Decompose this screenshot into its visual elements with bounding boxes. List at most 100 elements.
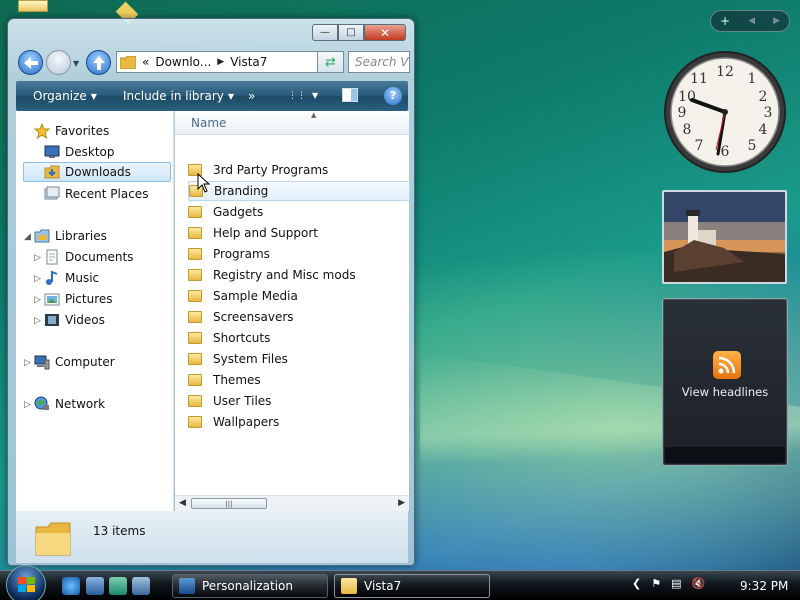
show-desktop-icon[interactable] — [86, 577, 104, 595]
file-row[interactable]: Registry and Misc mods — [188, 265, 410, 285]
taskbar-button-vista7[interactable]: Vista7 — [334, 574, 490, 598]
arrow-left-icon — [23, 56, 38, 69]
breadcrumb-downloads[interactable]: Downlo... — [155, 55, 211, 69]
back-button[interactable] — [18, 50, 43, 75]
file-name: System Files — [213, 352, 288, 366]
folder-icon — [188, 395, 202, 407]
show-hidden-icons[interactable]: ❮ — [632, 577, 641, 590]
search-input[interactable]: Search Vi — [348, 51, 410, 73]
computer-icon — [34, 354, 50, 370]
clock-gadget[interactable]: 12 1 2 345 678 9 10 11 — [662, 50, 788, 174]
internet-explorer-icon[interactable] — [62, 577, 80, 595]
network-expander-icon[interactable]: ▷ — [24, 400, 31, 410]
nav-computer[interactable]: Computer — [34, 352, 115, 372]
slideshow-gadget[interactable] — [662, 190, 787, 284]
preview-pane-icon[interactable] — [342, 88, 358, 105]
more-commands-button[interactable]: » — [248, 89, 255, 103]
close-button[interactable]: ✕ — [364, 24, 406, 41]
sidebar-next-icon[interactable]: ▶ — [773, 16, 780, 26]
feed-headlines-gadget[interactable]: View headlines — [662, 298, 788, 466]
taskbar-clock[interactable]: 9:32 PM — [740, 579, 788, 593]
folder-icon — [188, 353, 202, 365]
file-row[interactable]: 3rd Party Programs — [188, 160, 410, 180]
help-button[interactable]: ? — [384, 87, 402, 105]
file-name: Themes — [213, 373, 261, 387]
maximize-button[interactable]: □ — [338, 24, 364, 41]
address-overflow[interactable]: « — [142, 55, 149, 69]
file-row[interactable]: Screensavers — [188, 307, 410, 327]
explorer-window: — □ ✕ ▼ « Downlo... ▶ Vista7 ▼ ⇄ Search … — [7, 18, 415, 566]
nav-videos[interactable]: Videos — [44, 310, 105, 330]
file-row[interactable]: Help and Support — [188, 223, 410, 243]
desktop-icon — [44, 144, 60, 160]
file-row[interactable]: Programs — [188, 244, 410, 264]
pictures-expander-icon[interactable]: ▷ — [34, 295, 41, 305]
file-name: 3rd Party Programs — [213, 163, 329, 177]
volume-muted-icon[interactable]: 🔇 — [692, 577, 706, 590]
nav-documents[interactable]: Documents — [44, 247, 133, 267]
music-expander-icon[interactable]: ▷ — [34, 274, 41, 284]
minimize-button[interactable]: — — [312, 24, 338, 41]
nav-pictures[interactable]: Pictures — [44, 289, 113, 309]
file-list: Name ▲ 3rd Party Programs Branding Gadgets… — [175, 111, 410, 495]
scroll-right-icon[interactable]: ▶ — [398, 498, 405, 508]
breadcrumb-separator-icon[interactable]: ▶ — [217, 57, 224, 67]
file-name: Gadgets — [213, 205, 264, 219]
start-button[interactable] — [6, 565, 46, 600]
command-bar: Organize ▼ Include in library ▼ » ⋮⋮ ▼ ? — [16, 81, 408, 111]
column-header-name[interactable]: Name ▲ — [175, 111, 409, 135]
quick-launch-app-icon[interactable] — [132, 577, 150, 595]
horizontal-scrollbar[interactable]: ◀ ||| ▶ — [175, 495, 409, 511]
action-center-flag-icon[interactable]: ⚑ — [651, 577, 661, 590]
folder-icon — [188, 416, 202, 428]
file-row[interactable]: Shortcuts — [188, 328, 410, 348]
address-bar[interactable]: « Downlo... ▶ Vista7 ▼ — [116, 51, 344, 73]
view-headlines-label[interactable]: View headlines — [663, 385, 787, 399]
file-row[interactable]: Sample Media — [188, 286, 410, 306]
folder-icon — [188, 311, 202, 323]
folder-icon — [188, 227, 202, 239]
file-row[interactable]: System Files — [188, 349, 410, 369]
nav-recent-places[interactable]: Recent Places — [44, 184, 148, 204]
libraries-expander-icon[interactable]: ◢ — [24, 232, 31, 242]
scroll-thumb[interactable]: ||| — [191, 498, 267, 509]
file-row[interactable]: Branding — [188, 181, 410, 201]
refresh-button[interactable]: ⇄ — [317, 51, 344, 73]
file-row[interactable]: Gadgets — [188, 202, 410, 222]
taskbar-button-personalization[interactable]: Personalization — [172, 574, 328, 598]
forward-button[interactable] — [46, 50, 71, 75]
view-options-icon[interactable]: ⋮⋮ — [288, 91, 306, 101]
network-tray-icon[interactable]: ▤ — [671, 577, 681, 590]
nav-network[interactable]: Network — [34, 394, 105, 414]
file-row[interactable]: User Tiles — [188, 391, 410, 411]
up-button[interactable] — [86, 50, 111, 75]
scroll-left-icon[interactable]: ◀ — [179, 498, 186, 508]
music-icon — [44, 270, 60, 286]
nav-libraries[interactable]: Libraries — [34, 226, 107, 246]
sort-ascending-icon: ▲ — [311, 111, 317, 119]
feed-footer — [665, 447, 785, 463]
breadcrumb-vista7[interactable]: Vista7 — [230, 55, 267, 69]
nav-downloads[interactable]: Downloads — [23, 162, 171, 182]
mouse-cursor-icon — [197, 173, 211, 193]
file-name: Screensavers — [213, 310, 294, 324]
computer-expander-icon[interactable]: ▷ — [24, 358, 31, 368]
file-row[interactable]: Themes — [188, 370, 410, 390]
desktop-icon-partial[interactable] — [18, 0, 48, 12]
svg-text:12: 12 — [716, 64, 734, 80]
file-name: Wallpapers — [213, 415, 280, 429]
recent-places-icon — [44, 186, 60, 202]
view-dropdown-icon[interactable]: ▼ — [312, 91, 318, 100]
organize-button[interactable]: Organize ▼ — [33, 89, 97, 103]
nav-music[interactable]: Music — [44, 268, 99, 288]
documents-expander-icon[interactable]: ▷ — [34, 253, 41, 263]
nav-desktop[interactable]: Desktop — [44, 142, 115, 162]
file-row[interactable]: Wallpapers — [188, 412, 410, 432]
sidebar-add-button[interactable]: + — [720, 14, 730, 28]
recent-pages-dropdown[interactable]: ▼ — [73, 59, 81, 68]
include-in-library-button[interactable]: Include in library ▼ — [123, 89, 234, 103]
videos-expander-icon[interactable]: ▷ — [34, 316, 41, 326]
switch-windows-icon[interactable] — [109, 577, 127, 595]
sidebar-prev-icon[interactable]: ◀ — [748, 16, 755, 26]
nav-favorites[interactable]: Favorites — [33, 121, 109, 141]
